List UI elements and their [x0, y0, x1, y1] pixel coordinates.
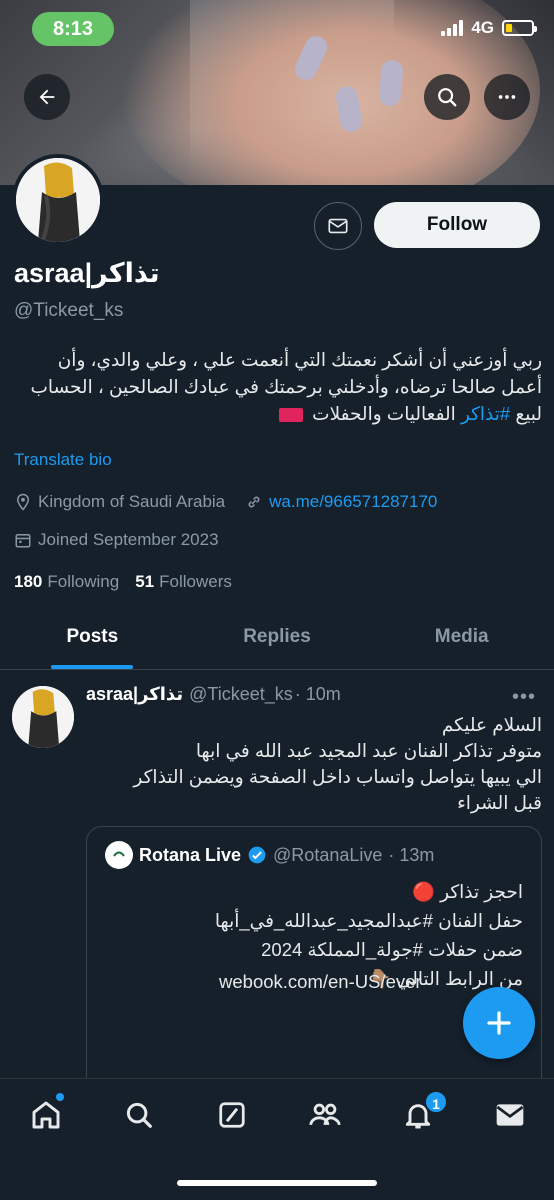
profile-tabs: Posts Replies Media — [0, 612, 554, 670]
status-time: 8:13 — [32, 12, 114, 46]
notifications-badge: 1 — [424, 1090, 448, 1114]
quote-avatar — [105, 841, 133, 869]
compose-button[interactable] — [463, 987, 535, 1059]
quote-line: احجز تذاكر 🔴 — [411, 881, 523, 902]
search-icon — [126, 1102, 152, 1128]
tweet-text: السلام عليكم متوفر تذاكر الفنان عبد المج… — [86, 712, 542, 816]
rotana-logo-icon — [110, 846, 128, 864]
envelope-icon — [328, 218, 348, 234]
envelope-icon — [496, 1104, 524, 1126]
more-dots-icon — [498, 95, 516, 99]
quote-header: Rotana Live @RotanaLive · 13m — [105, 841, 434, 869]
tab-posts[interactable]: Posts — [0, 612, 185, 669]
status-bar: 8:13 4G — [0, 0, 554, 60]
tweet-line: متوفر تذاكر الفنان عبد المجيد عبد الله ف… — [195, 740, 542, 761]
follow-button[interactable]: Follow — [374, 202, 540, 248]
tweet-author-handle[interactable]: @Tickeet_ks — [189, 684, 293, 705]
nav-messages[interactable] — [490, 1095, 530, 1135]
nav-communities[interactable] — [305, 1095, 345, 1135]
joined-row: Joined September 2023 — [14, 530, 219, 550]
tweet-header: asraa|تذاكر @Tickeet_ks · 10m — [86, 684, 341, 705]
tweet-author-name[interactable]: asraa|تذاكر — [86, 684, 183, 705]
quote-line: حفل الفنان #عبدالمجيد_عبدالله_في_أبها — [214, 910, 523, 931]
tweet-line: الي يبيها يتواصل واتساب داخل الصفحة ويضم… — [133, 766, 542, 787]
followers-count: 51 — [135, 572, 155, 591]
quote-author-handle: @RotanaLive — [273, 844, 383, 865]
tweet-time: · 10m — [294, 684, 341, 704]
quote-time: · 13m — [388, 844, 435, 865]
profile-avatar[interactable] — [12, 154, 104, 246]
location-pin-icon — [16, 493, 30, 511]
network-label: 4G — [471, 18, 494, 37]
nav-home[interactable] — [26, 1095, 66, 1135]
avatar-image — [12, 686, 74, 748]
plus-icon — [487, 1011, 511, 1035]
following-label: Following — [47, 572, 120, 591]
translate-bio-link[interactable]: Translate bio — [14, 450, 112, 470]
home-indicator — [177, 1180, 377, 1186]
quote-author-name: Rotana Live — [139, 844, 242, 865]
profile-meta-row: Kingdom of Saudi Arabia wa.me/9665712871… — [14, 492, 437, 512]
nav-grok[interactable] — [212, 1095, 252, 1135]
link-icon — [248, 496, 260, 508]
follow-counts: 180 Following 51 Followers — [14, 572, 232, 592]
profile-link[interactable]: wa.me/966571287170 — [269, 492, 437, 512]
more-options-button[interactable] — [484, 74, 530, 120]
quoted-tweet[interactable]: Rotana Live @RotanaLive · 13m احجز تذاكر… — [86, 826, 542, 1096]
signal-icon — [441, 20, 464, 36]
quote-link[interactable]: webook.com/en-US/ever — [219, 971, 422, 993]
tab-replies[interactable]: Replies — [185, 612, 370, 669]
communities-icon — [309, 1103, 341, 1126]
profile-location: Kingdom of Saudi Arabia — [38, 492, 226, 511]
search-icon — [438, 88, 457, 107]
avatar-image — [16, 158, 100, 242]
bio-tail: الفعاليات والحفلات — [312, 403, 461, 424]
display-name: asraa|تذاكر — [14, 258, 160, 288]
message-button[interactable] — [314, 202, 362, 250]
calendar-icon — [15, 534, 31, 548]
followers-link[interactable]: 51 Followers — [135, 572, 232, 592]
nav-search[interactable] — [119, 1095, 159, 1135]
status-indicators: 4G — [441, 18, 537, 38]
home-new-dot — [56, 1093, 64, 1101]
tab-media[interactable]: Media — [369, 612, 554, 669]
following-link[interactable]: 180 Following — [14, 572, 119, 592]
joined-date: Joined September 2023 — [38, 530, 219, 549]
ticket-icon — [279, 408, 304, 423]
verified-badge-icon — [248, 846, 266, 864]
profile-bio: ربي أوزعني أن أشكر نعمتك التي أنعمت علي … — [14, 346, 542, 427]
profile-handle: @Tickeet_ks — [14, 300, 124, 321]
search-button[interactable] — [424, 74, 470, 120]
tweet-line: قبل الشراء — [457, 792, 542, 813]
arrow-left-icon — [39, 89, 55, 105]
grok-icon — [219, 1102, 245, 1128]
tweet-more-icon[interactable]: ••• — [512, 686, 536, 709]
tweet-avatar[interactable] — [12, 686, 74, 748]
tweet-line: السلام عليكم — [441, 714, 542, 735]
quote-line: ضمن حفلات #جولة_المملكة 2024 — [261, 939, 523, 960]
battery-icon — [502, 20, 537, 36]
bio-hashtag[interactable]: #تذاكر — [461, 403, 510, 424]
followers-label: Followers — [159, 572, 232, 591]
home-icon — [32, 1101, 60, 1129]
following-count: 180 — [14, 572, 43, 591]
back-button[interactable] — [24, 74, 70, 120]
